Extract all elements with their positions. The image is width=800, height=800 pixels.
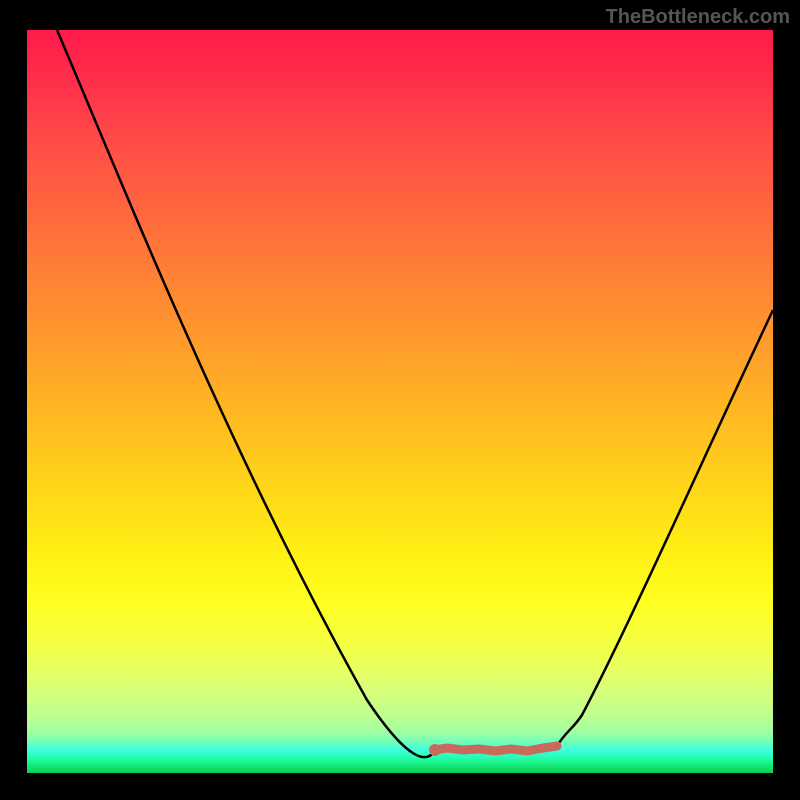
plot-area — [27, 30, 773, 773]
highlight-dot — [429, 744, 441, 756]
chart-svg — [27, 30, 773, 773]
highlight-segment — [435, 746, 557, 751]
chart-container: TheBottleneck.com — [0, 0, 800, 800]
main-curve — [57, 30, 773, 757]
watermark-text: TheBottleneck.com — [606, 6, 790, 29]
